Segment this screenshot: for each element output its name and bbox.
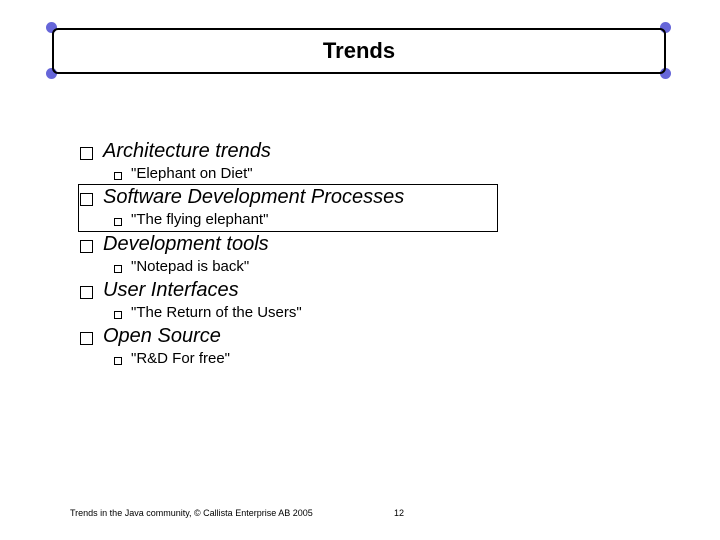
subitem-label: "Notepad is back" <box>131 257 249 277</box>
square-bullet-icon <box>114 357 122 365</box>
square-bullet-icon <box>114 172 122 180</box>
item-label: Development tools <box>103 231 269 257</box>
square-bullet-icon <box>114 265 122 273</box>
item-label: Open Source <box>103 323 221 349</box>
subitem-label: "The flying elephant" <box>131 210 268 230</box>
slide: Trends Architecture trends "Elephant on … <box>0 0 720 540</box>
item-label: User Interfaces <box>103 277 239 303</box>
square-bullet-icon <box>80 286 93 299</box>
content-area: Architecture trends "Elephant on Diet" S… <box>80 138 640 369</box>
subitem-label: "Elephant on Diet" <box>131 164 253 184</box>
list-subitem: "The Return of the Users" <box>114 303 640 323</box>
subitem-label: "The Return of the Users" <box>131 303 302 323</box>
list-subitem: "The flying elephant" <box>114 210 640 230</box>
square-bullet-icon <box>80 147 93 160</box>
subitem-label: "R&D For free" <box>131 349 230 369</box>
square-bullet-icon <box>80 193 93 206</box>
list-item: User Interfaces <box>80 277 640 303</box>
list-item: Software Development Processes <box>80 184 640 210</box>
item-label: Software Development Processes <box>103 184 404 210</box>
list-item: Architecture trends <box>80 138 640 164</box>
square-bullet-icon <box>80 240 93 253</box>
list-subitem: "Notepad is back" <box>114 257 640 277</box>
list-subitem: "R&D For free" <box>114 349 640 369</box>
list-subitem: "Elephant on Diet" <box>114 164 640 184</box>
footer-text: Trends in the Java community, © Callista… <box>70 508 313 518</box>
square-bullet-icon <box>80 332 93 345</box>
square-bullet-icon <box>114 311 122 319</box>
page-number: 12 <box>394 508 404 518</box>
list-item: Development tools <box>80 231 640 257</box>
item-label: Architecture trends <box>103 138 271 164</box>
square-bullet-icon <box>114 218 122 226</box>
slide-title: Trends <box>323 38 395 64</box>
title-bar: Trends <box>52 28 666 74</box>
list-item: Open Source <box>80 323 640 349</box>
